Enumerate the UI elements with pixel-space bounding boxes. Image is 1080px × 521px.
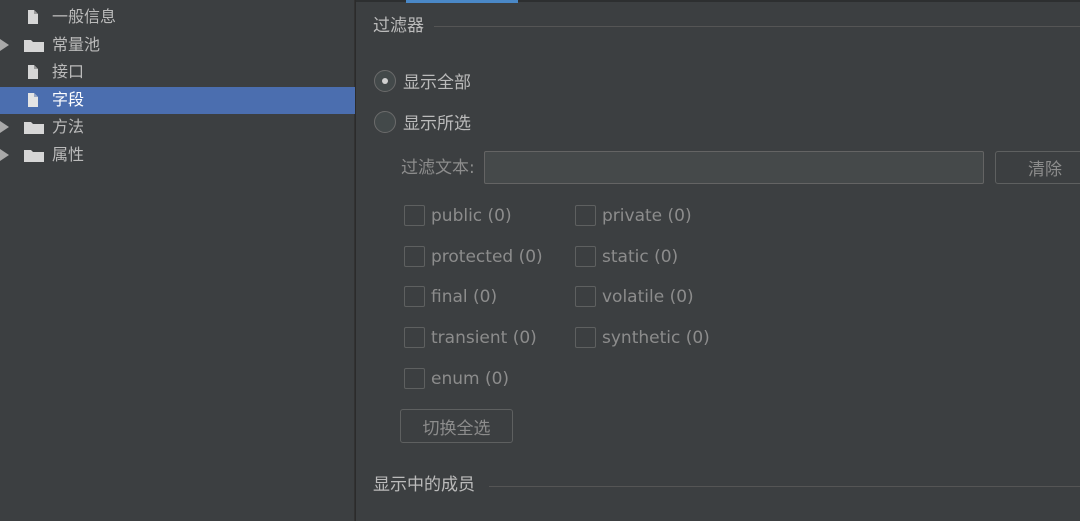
tree-item-label: 字段 — [52, 90, 85, 109]
expand-arrow-icon[interactable] — [0, 149, 9, 161]
checkbox-final[interactable]: final (0) — [404, 286, 497, 307]
expand-arrow-icon[interactable] — [0, 121, 9, 133]
checkbox-label: protected (0) — [431, 246, 543, 267]
tree-item-label: 一般信息 — [52, 7, 117, 26]
checkbox-box[interactable] — [404, 286, 425, 307]
tree-item-general-info[interactable]: 一般信息 — [0, 4, 355, 31]
section-divider — [434, 26, 1080, 27]
checkbox-transient[interactable]: transient (0) — [404, 327, 537, 348]
checkbox-box[interactable] — [575, 286, 596, 307]
radio-button[interactable] — [374, 110, 396, 133]
checkbox-box[interactable] — [404, 205, 425, 226]
folder-icon — [24, 150, 44, 162]
tree-item-label: 接口 — [52, 62, 85, 81]
checkbox-label: public (0) — [431, 205, 512, 226]
clear-button[interactable]: 清除 — [995, 151, 1080, 184]
file-icon — [28, 10, 38, 24]
checkbox-volatile[interactable]: volatile (0) — [575, 286, 694, 307]
checkbox-synthetic[interactable]: synthetic (0) — [575, 327, 710, 348]
file-icon — [28, 65, 38, 79]
radio-button-checked[interactable] — [374, 69, 396, 92]
toggle-select-all-button[interactable]: 切换全选 — [400, 409, 513, 443]
checkbox-box[interactable] — [575, 327, 596, 348]
checkbox-protected[interactable]: protected (0) — [404, 246, 543, 267]
active-tab-indicator — [406, 0, 518, 3]
radio-show-all-label: 显示全部 — [403, 73, 471, 93]
checkbox-box[interactable] — [404, 327, 425, 348]
checkbox-public[interactable]: public (0) — [404, 205, 512, 226]
filter-section-title: 过滤器 — [373, 16, 424, 36]
checkbox-label: private (0) — [602, 205, 692, 226]
checkbox-box[interactable] — [575, 246, 596, 267]
tree-item-label: 属性 — [52, 145, 85, 164]
tree-item-label: 方法 — [52, 117, 85, 136]
checkbox-enum[interactable]: enum (0) — [404, 368, 509, 389]
checkbox-label: static (0) — [602, 246, 679, 267]
filter-text-label: 过滤文本: — [401, 158, 475, 178]
radio-show-selected[interactable]: 显示所选 — [374, 109, 471, 134]
tree-item-interfaces[interactable]: 接口 — [0, 59, 355, 86]
radio-show-all[interactable]: 显示全部 — [374, 68, 471, 93]
section-divider — [489, 486, 1080, 487]
members-section-title: 显示中的成员 — [373, 475, 475, 495]
checkbox-label: transient (0) — [431, 327, 537, 348]
tree-item-constant-pool[interactable]: 常量池 — [0, 32, 355, 59]
checkbox-static[interactable]: static (0) — [575, 246, 678, 267]
folder-icon — [24, 122, 44, 134]
tree-item-label: 常量池 — [52, 35, 101, 54]
checkbox-label: final (0) — [431, 286, 498, 307]
checkbox-box[interactable] — [575, 205, 596, 226]
class-structure-tree: 一般信息 常量池 接口 字段 方法 属性 — [0, 0, 355, 521]
checkbox-box[interactable] — [404, 246, 425, 267]
checkbox-label: volatile (0) — [602, 286, 694, 307]
checkbox-box[interactable] — [404, 368, 425, 389]
checkbox-label: synthetic (0) — [602, 327, 710, 348]
tree-item-attributes[interactable]: 属性 — [0, 142, 355, 169]
checkbox-label: enum (0) — [431, 368, 510, 389]
tree-item-methods[interactable]: 方法 — [0, 114, 355, 141]
tree-item-fields[interactable]: 字段 — [0, 87, 355, 114]
folder-icon — [24, 40, 44, 52]
file-icon — [28, 93, 38, 107]
checkbox-private[interactable]: private (0) — [575, 205, 692, 226]
fields-detail-panel: 过滤器 显示全部 显示所选 过滤文本: 清除 public (0) privat… — [356, 0, 1080, 521]
expand-arrow-icon[interactable] — [0, 39, 9, 51]
radio-show-selected-label: 显示所选 — [403, 114, 471, 134]
filter-text-input[interactable] — [484, 151, 984, 184]
